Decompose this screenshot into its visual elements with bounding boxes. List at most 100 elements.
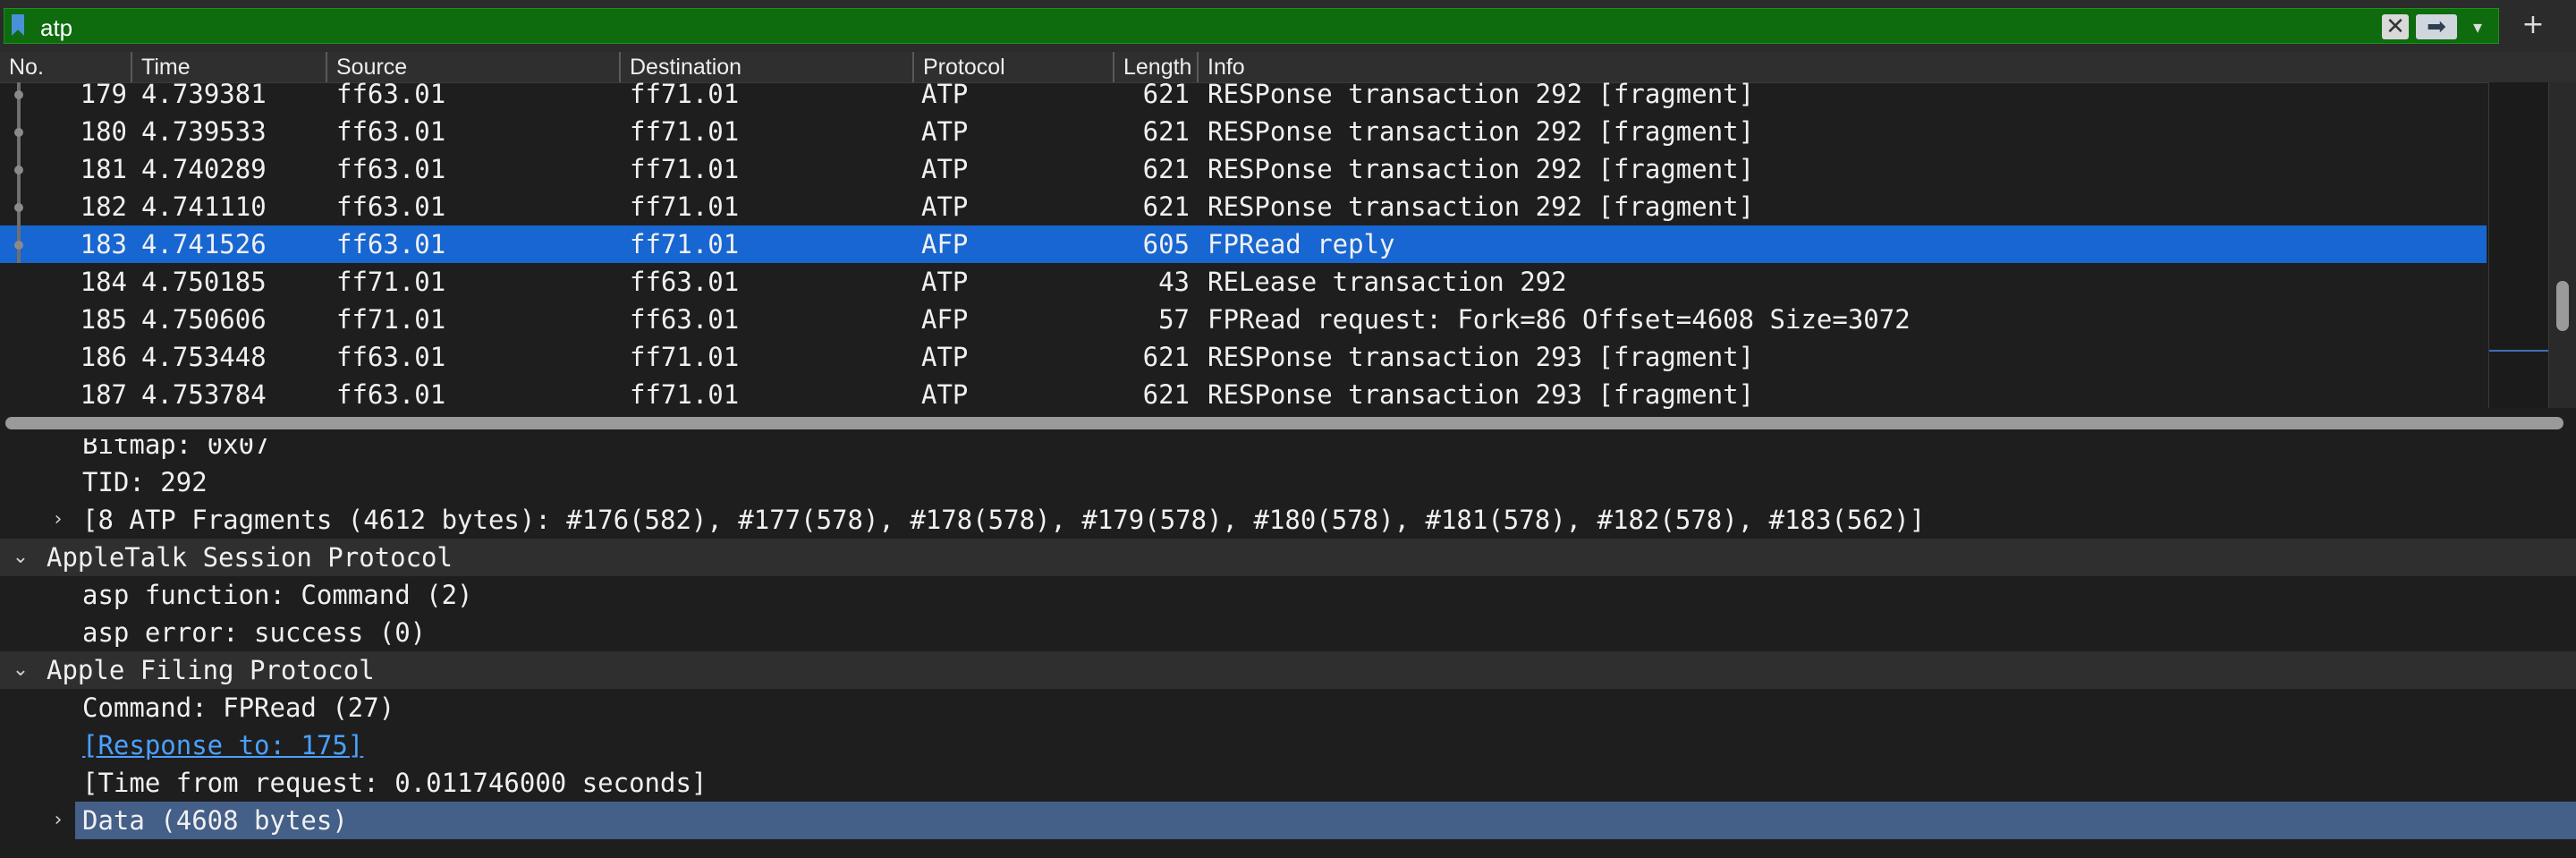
clear-filter-icon[interactable]: ✕ xyxy=(2382,14,2409,39)
chevron-right-icon[interactable]: › xyxy=(45,501,72,539)
column-header-source[interactable]: Source xyxy=(327,52,621,82)
cell-no: 187 xyxy=(80,379,127,410)
column-header-destination[interactable]: Destination xyxy=(621,52,914,82)
column-header-length[interactable]: Length xyxy=(1114,52,1199,82)
column-header-info[interactable]: Info xyxy=(1199,52,2576,82)
cell-time: 4.741110 xyxy=(141,191,267,222)
add-filter-button[interactable]: + xyxy=(2515,7,2551,43)
cell-no: 180 xyxy=(80,116,127,147)
display-filter-input[interactable]: atp ✕ ➡ ▾ xyxy=(4,8,2499,44)
display-filter-value[interactable]: atp xyxy=(40,14,72,42)
cell-source: ff63.01 xyxy=(336,342,446,372)
cell-source: ff63.01 xyxy=(336,154,446,184)
cell-info: RESPonse transaction 293 [fragment] xyxy=(1208,342,1755,372)
packet-row[interactable]: 186 4.753448 ff63.01 ff71.01 ATP 621 RESPonse … xyxy=(0,338,2487,376)
chevron-right-icon[interactable]: › xyxy=(45,802,72,839)
protocol-tree-item[interactable]: › Data (4608 bytes) xyxy=(55,802,2576,839)
cell-destination: ff71.01 xyxy=(630,191,740,222)
tree-item-label: Bitmap: 0x07 xyxy=(82,438,270,460)
cell-length: 43 xyxy=(1158,267,1190,297)
cell-length: 621 xyxy=(1142,379,1190,410)
cell-no: 186 xyxy=(80,342,127,372)
cell-source: ff63.01 xyxy=(336,116,446,147)
cell-protocol: AFP xyxy=(921,304,969,335)
packet-row[interactable]: 184 4.750185 ff71.01 ff63.01 ATP 43 RELease tr… xyxy=(0,263,2487,301)
packet-details-pane: Bitmap: 0x07 TID: 292 › [8 ATP Fragments (4… xyxy=(0,438,2576,858)
cell-length: 621 xyxy=(1142,342,1190,372)
cell-length: 621 xyxy=(1142,82,1190,109)
protocol-tree-item[interactable]: [Response to: 175] xyxy=(0,726,2576,764)
cell-no: 179 xyxy=(80,82,127,109)
cell-source: ff63.01 xyxy=(336,191,446,222)
tree-item-label: asp error: success (0) xyxy=(82,617,427,648)
cell-source: ff63.01 xyxy=(336,229,446,259)
cell-no: 182 xyxy=(80,191,127,222)
cell-destination: ff71.01 xyxy=(630,229,740,259)
cell-time: 4.753784 xyxy=(141,379,267,410)
cell-no: 183 xyxy=(80,229,127,259)
packet-list-header: No. Time Source Destination Protocol Len… xyxy=(0,52,2576,83)
protocol-tree-item[interactable]: asp function: Command (2) xyxy=(0,576,2576,614)
cell-time: 4.750606 xyxy=(141,304,267,335)
vertical-scroll-thumb[interactable] xyxy=(2556,281,2569,331)
cell-info: FPRead request: Fork=86 Offset=4608 Size… xyxy=(1208,304,1911,335)
cell-protocol: ATP xyxy=(921,82,969,109)
tree-item-label: [8 ATP Fragments (4612 bytes): #176(582)… xyxy=(82,505,1926,535)
cell-info: RELease transaction 292 xyxy=(1208,267,1567,297)
cell-protocol: ATP xyxy=(921,342,969,372)
cell-time: 4.739381 xyxy=(141,82,267,109)
cell-destination: ff71.01 xyxy=(630,116,740,147)
packet-list-pane: No. Time Source Destination Protocol Len… xyxy=(0,52,2576,438)
tree-item-label: [Time from request: 0.011746000 seconds] xyxy=(82,768,708,798)
chevron-down-icon[interactable]: ⌄ xyxy=(7,539,34,576)
packet-row[interactable]: 183 4.741526 ff63.01 ff71.01 AFP 605 FPRead re… xyxy=(0,225,2487,263)
cell-source: ff63.01 xyxy=(336,82,446,109)
response-link[interactable]: [Response to: 175] xyxy=(82,726,363,764)
cell-time: 4.739533 xyxy=(141,116,267,147)
cell-time: 4.740289 xyxy=(141,154,267,184)
cell-destination: ff71.01 xyxy=(630,154,740,184)
cell-time: 4.753448 xyxy=(141,342,267,372)
packet-row[interactable]: 185 4.750606 ff71.01 ff63.01 AFP 57 FPRead req… xyxy=(0,301,2487,338)
packet-list-vertical-scrollbar[interactable] xyxy=(2549,82,2576,408)
tree-item-label: Apple Filing Protocol xyxy=(47,655,375,685)
protocol-tree-item[interactable]: TID: 292 xyxy=(0,463,2576,501)
cell-length: 605 xyxy=(1142,229,1190,259)
protocol-tree-item[interactable]: Bitmap: 0x07 xyxy=(0,438,2576,463)
cell-no: 181 xyxy=(80,154,127,184)
bookmark-icon[interactable] xyxy=(12,14,24,36)
packet-row[interactable]: 179 4.739381 ff63.01 ff71.01 ATP 621 RESPonse … xyxy=(0,82,2487,113)
packet-minimap[interactable] xyxy=(2488,82,2549,408)
protocol-tree-header[interactable]: ⌄ Apple Filing Protocol xyxy=(0,651,2576,689)
cell-no: 184 xyxy=(80,267,127,297)
protocol-tree-item[interactable]: [Time from request: 0.011746000 seconds] xyxy=(0,764,2576,802)
tree-item-label: TID: 292 xyxy=(82,467,208,497)
cell-time: 4.750185 xyxy=(141,267,267,297)
chevron-down-icon[interactable]: ⌄ xyxy=(7,651,34,689)
packet-row[interactable]: 182 4.741110 ff63.01 ff71.01 ATP 621 RESPonse … xyxy=(0,188,2487,225)
recent-filters-chevron-down-icon[interactable]: ▾ xyxy=(2464,14,2491,39)
packet-row[interactable]: 180 4.739533 ff63.01 ff71.01 ATP 621 RESPonse … xyxy=(0,113,2487,150)
column-header-time[interactable]: Time xyxy=(132,52,327,82)
column-header-protocol[interactable]: Protocol xyxy=(914,52,1114,82)
cell-info: RESPonse transaction 293 [fragment] xyxy=(1208,379,1755,410)
protocol-tree-header[interactable]: ⌄ AppleTalk Session Protocol xyxy=(0,539,2576,576)
cell-protocol: ATP xyxy=(921,154,969,184)
tree-item-label: Data (4608 bytes) xyxy=(82,805,348,836)
protocol-tree-item[interactable]: › [8 ATP Fragments (4612 bytes): #176(582… xyxy=(0,501,2576,539)
column-header-no[interactable]: No. xyxy=(0,52,132,82)
display-filter-toolbar: atp ✕ ➡ ▾ + xyxy=(0,0,2576,52)
protocol-tree-item[interactable]: asp error: success (0) xyxy=(0,614,2576,651)
cell-length: 57 xyxy=(1158,304,1190,335)
cell-protocol: ATP xyxy=(921,191,969,222)
cell-info: RESPonse transaction 292 [fragment] xyxy=(1208,116,1755,147)
cell-info: RESPonse transaction 292 [fragment] xyxy=(1208,154,1755,184)
cell-source: ff71.01 xyxy=(336,304,446,335)
packet-row[interactable]: 181 4.740289 ff63.01 ff71.01 ATP 621 RESPonse … xyxy=(0,150,2487,188)
apply-filter-arrow-icon[interactable]: ➡ xyxy=(2416,14,2457,39)
cell-source: ff63.01 xyxy=(336,379,446,410)
horizontal-scroll-thumb[interactable] xyxy=(5,417,2563,429)
pane-splitter-handle-bottom[interactable] xyxy=(1274,848,1302,855)
protocol-tree-item[interactable]: Command: FPRead (27) xyxy=(0,689,2576,726)
packet-row[interactable]: 187 4.753784 ff63.01 ff71.01 ATP 621 RESPonse … xyxy=(0,376,2487,413)
